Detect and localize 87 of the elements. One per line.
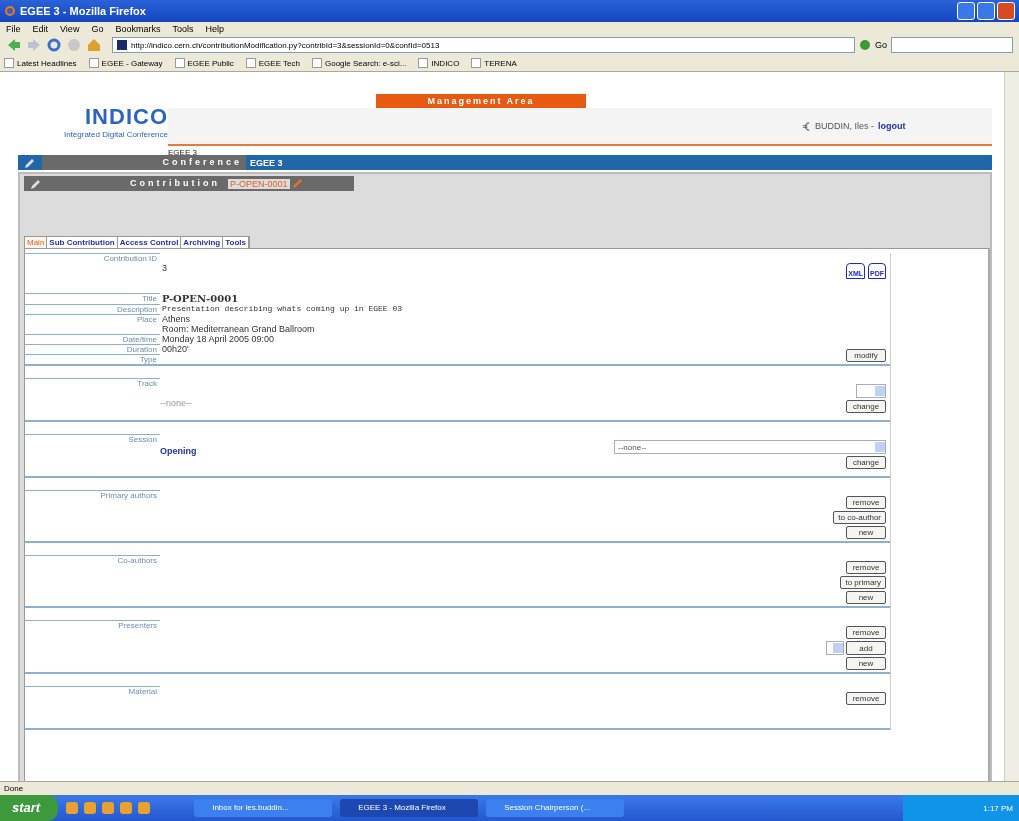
edit-icon[interactable]	[24, 156, 36, 169]
bookmark-item[interactable]: EGEE Tech	[245, 58, 300, 68]
minimize-button[interactable]	[957, 2, 975, 20]
user-name: BUDDIN, Iles -	[815, 121, 874, 131]
section-value: --none--	[160, 398, 193, 408]
action-button[interactable]: new	[846, 591, 886, 604]
pencil-icon[interactable]	[291, 178, 303, 189]
taskbar-button[interactable]: Inbox for les.buddin...	[194, 799, 333, 817]
dropdown[interactable]	[856, 384, 886, 398]
go-icon[interactable]	[859, 39, 871, 51]
menu-item[interactable]: Edit	[32, 23, 49, 34]
section-label: Presenters	[25, 620, 160, 630]
breadcrumb[interactable]: EGEE 3	[168, 148, 197, 157]
section-label: Co-authors	[25, 555, 160, 565]
search-field[interactable]	[891, 37, 1013, 53]
action-button[interactable]: remove	[846, 692, 886, 705]
bookmark-item[interactable]: EGEE - Gateway	[88, 58, 163, 68]
field-value: 00h20'	[162, 344, 189, 354]
reload-icon[interactable]	[46, 37, 62, 53]
menu-item[interactable]: Bookmarks	[115, 23, 161, 34]
section-label: Material	[25, 686, 160, 696]
dropdown[interactable]	[826, 641, 844, 655]
action-button[interactable]: new	[846, 526, 886, 539]
area-banner: Management Area	[376, 94, 586, 108]
field-label: Title	[25, 293, 160, 303]
field-value: P-OPEN-0001	[162, 293, 239, 304]
section-label: Primary authors	[25, 490, 160, 500]
quick-launch-icon[interactable]	[102, 802, 115, 814]
section-label: Track	[25, 378, 160, 388]
field-value: Athens	[162, 314, 191, 324]
field-value: Presentation describing whats coming up in EGEE 03	[162, 304, 403, 313]
quick-launch-icon[interactable]	[84, 802, 97, 814]
action-button[interactable]: remove	[846, 561, 886, 574]
section-label: Session	[25, 434, 160, 444]
action-button[interactable]: new	[846, 657, 886, 670]
field-label: Description	[25, 304, 160, 314]
quick-launch-icon[interactable]	[66, 802, 79, 814]
bookmark-item[interactable]: EGEE Public	[174, 58, 234, 68]
bookmark-item[interactable]: Google Search: e-sci...	[312, 58, 407, 68]
contribution-name: P-OPEN-0001	[228, 178, 290, 189]
close-button[interactable]	[997, 2, 1015, 20]
field-label: Date/time	[25, 334, 160, 344]
menu-item[interactable]: Go	[91, 23, 104, 34]
action-button[interactable]: to primary	[840, 576, 886, 589]
scrollbar[interactable]	[1004, 72, 1019, 781]
logo: INDICO	[85, 104, 168, 130]
quick-launch-icon[interactable]	[120, 802, 133, 814]
action-button[interactable]: to co-author	[833, 511, 886, 524]
menu-item[interactable]: Help	[205, 23, 224, 34]
maximize-button[interactable]	[977, 2, 995, 20]
bookmark-item[interactable]: TERENA	[471, 58, 517, 68]
field-value: Room: Mediterranean Grand Ballroom	[162, 324, 315, 334]
section-value[interactable]: Opening	[160, 446, 614, 456]
clock: 1:17 PM	[983, 803, 1013, 813]
edit-icon[interactable]	[30, 177, 42, 190]
taskbar-button[interactable]: EGEE 3 - Mozilla Firefox	[340, 799, 479, 817]
action-button[interactable]: remove	[846, 496, 886, 509]
field-label: Place	[25, 314, 160, 324]
quick-launch-icon[interactable]	[138, 802, 151, 814]
action-button[interactable]: remove	[846, 626, 886, 639]
field-label: Contribution ID	[25, 253, 160, 263]
menu-item[interactable]: View	[60, 23, 80, 34]
start-button[interactable]: start	[0, 795, 59, 821]
browser-icon	[4, 5, 16, 17]
section-label: Conference	[42, 155, 246, 170]
bookmark-item[interactable]: INDICO	[418, 58, 460, 68]
field-value: 3	[162, 263, 167, 273]
taskbar-button[interactable]: Session Chairperson (...	[486, 799, 625, 817]
logout-link[interactable]: logout	[878, 121, 906, 131]
menu-item[interactable]: File	[6, 23, 21, 34]
address-field[interactable]: http://indico.cern.ch/contributionModification.py?contribId=3&sessionId=0&confId=0513	[112, 37, 855, 53]
conference-name[interactable]: EGEE 3	[250, 157, 283, 168]
field-label: Duration	[25, 344, 160, 354]
field-value: Monday 18 April 2005 09:00	[162, 334, 275, 344]
menu-item[interactable]: Tools	[172, 23, 194, 34]
modify-button[interactable]: modify	[846, 349, 886, 362]
home-icon[interactable]	[86, 37, 102, 53]
field-label: Type	[25, 354, 160, 364]
add-button[interactable]: add	[846, 641, 886, 655]
go-button[interactable]: Go	[875, 40, 887, 50]
window-title: EGEE 3 - Mozilla Firefox	[20, 5, 147, 17]
action-button[interactable]: change	[846, 456, 886, 469]
action-button[interactable]: change	[846, 400, 886, 413]
back-icon[interactable]	[6, 37, 22, 53]
bookmark-item[interactable]: Latest Headlines	[4, 58, 77, 68]
logo-tagline: Integrated Digital Conference	[63, 130, 168, 139]
dropdown[interactable]: --none--	[614, 440, 886, 454]
